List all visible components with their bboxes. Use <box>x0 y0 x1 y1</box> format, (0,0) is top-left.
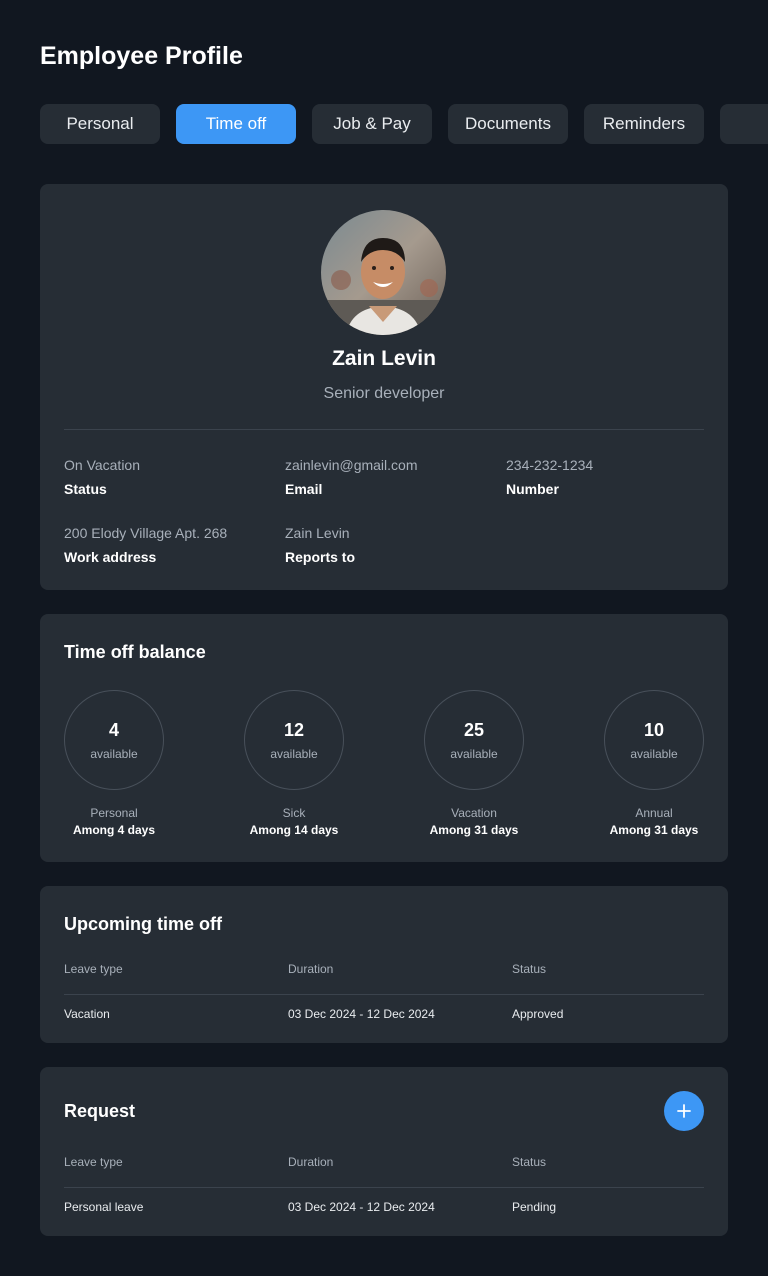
divider <box>64 429 704 430</box>
balance-item-personal: 4 available Personal Among 4 days <box>64 690 164 837</box>
table-header: Leave type Duration Status <box>64 1155 704 1175</box>
request-card: Request Leave type Duration Status Perso… <box>40 1067 728 1236</box>
number-label: Number <box>506 481 559 497</box>
tab-time-off[interactable]: Time off <box>176 104 296 144</box>
balance-item-vacation: 25 available Vacation Among 31 days <box>424 690 524 837</box>
tab-overflow[interactable]: Re <box>720 104 768 144</box>
balance-among: Among 31 days <box>609 823 699 837</box>
balance-item-annual: 10 available Annual Among 31 days <box>604 690 704 837</box>
status-cell: Pending <box>512 1200 557 1214</box>
email-value[interactable]: zainlevin@gmail.com <box>285 455 495 475</box>
leave-type-cell: Personal leave <box>64 1200 144 1214</box>
col-status: Status <box>512 962 547 976</box>
balance-among: Among 14 days <box>249 823 339 837</box>
balance-type: Sick <box>282 806 306 820</box>
info-status: On Vacation Status <box>64 455 274 499</box>
balance-type: Vacation <box>451 806 497 820</box>
upcoming-title: Upcoming time off <box>64 914 222 934</box>
balance-type: Annual <box>635 806 673 820</box>
duration-cell: 03 Dec 2024 - 12 Dec 2024 <box>288 1007 435 1021</box>
upcoming-time-off-card: Upcoming time off Leave type Duration St… <box>40 886 728 1043</box>
balance-available: available <box>450 747 498 761</box>
balance-among: Among 31 days <box>429 823 519 837</box>
table-header: Leave type Duration Status <box>64 962 704 982</box>
balance-type: Personal <box>90 806 138 820</box>
tab-personal[interactable]: Personal <box>40 104 160 144</box>
table-row[interactable]: Vacation 03 Dec 2024 - 12 Dec 2024 Appro… <box>64 1007 704 1027</box>
balance-count: 12 <box>283 720 305 740</box>
tab-documents[interactable]: Documents <box>448 104 568 144</box>
balance-available: available <box>270 747 318 761</box>
reports-to-label: Reports to <box>285 549 355 565</box>
col-status: Status <box>512 1155 547 1169</box>
employee-profile-page: Employee Profile Personal Time off Job &… <box>0 0 768 1276</box>
col-duration: Duration <box>288 1155 334 1169</box>
profile-name: Zain Levin <box>332 347 436 370</box>
upcoming-table: Leave type Duration Status Vacation 03 D… <box>64 962 704 1027</box>
balance-count: 25 <box>463 720 485 740</box>
balance-circle: 10 available <box>604 690 704 790</box>
col-leave-type: Leave type <box>64 1155 123 1169</box>
info-number: 234-232-1234 Number <box>506 455 716 499</box>
balance-count: 10 <box>643 720 665 740</box>
number-value[interactable]: 234-232-1234 <box>506 455 716 475</box>
profile-role: Senior developer <box>323 385 445 402</box>
tab-job-pay[interactable]: Job & Pay <box>312 104 432 144</box>
status-value: On Vacation <box>64 457 141 473</box>
leave-type-cell: Vacation <box>64 1007 110 1021</box>
request-table: Leave type Duration Status Personal leav… <box>64 1155 704 1220</box>
balance-circle: 4 available <box>64 690 164 790</box>
duration-cell: 03 Dec 2024 - 12 Dec 2024 <box>288 1200 435 1214</box>
balance-circle: 25 available <box>424 690 524 790</box>
work-address-value: 200 Elody Village Apt. 268 <box>64 525 228 541</box>
balance-circle: 12 available <box>244 690 344 790</box>
col-duration: Duration <box>288 962 334 976</box>
request-title: Request <box>64 1101 136 1121</box>
balance-item-sick: 12 available Sick Among 14 days <box>244 690 344 837</box>
reports-to-value[interactable]: Zain Levin <box>285 523 495 543</box>
table-divider <box>64 1187 704 1188</box>
balance-title: Time off balance <box>64 642 206 662</box>
time-off-balance-card: Time off balance 4 available Personal Am… <box>40 614 728 862</box>
tab-reminders[interactable]: Reminders <box>584 104 704 144</box>
status-label: Status <box>64 481 107 497</box>
avatar <box>321 210 446 335</box>
info-email: zainlevin@gmail.com Email <box>285 455 495 499</box>
work-address-label: Work address <box>64 549 157 565</box>
col-leave-type: Leave type <box>64 962 123 976</box>
table-row[interactable]: Personal leave 03 Dec 2024 - 12 Dec 2024… <box>64 1200 704 1220</box>
table-divider <box>64 994 704 995</box>
page-title: Employee Profile <box>40 42 243 70</box>
status-cell: Approved <box>512 1007 564 1021</box>
info-reports-to: Zain Levin Reports to <box>285 523 495 567</box>
info-work-address: 200 Elody Village Apt. 268 Work address <box>64 523 274 567</box>
tab-bar: Personal Time off Job & Pay Documents Re… <box>40 104 768 144</box>
balance-available: available <box>90 747 138 761</box>
balance-count: 4 <box>108 720 119 740</box>
email-label: Email <box>285 481 323 497</box>
balance-among: Among 4 days <box>72 823 156 837</box>
profile-card: Zain Levin Senior developer On Vacation … <box>40 184 728 590</box>
add-request-button[interactable] <box>664 1091 704 1131</box>
plus-icon <box>677 1104 691 1118</box>
balance-available: available <box>630 747 678 761</box>
